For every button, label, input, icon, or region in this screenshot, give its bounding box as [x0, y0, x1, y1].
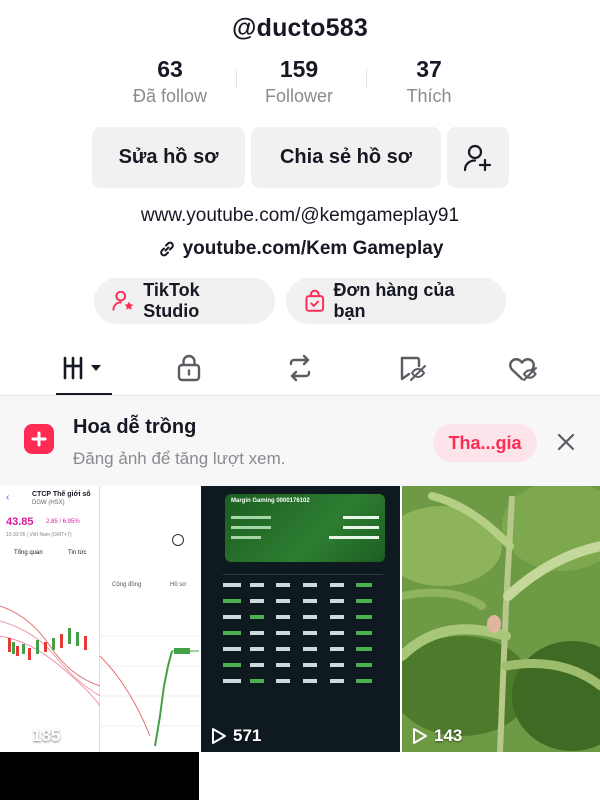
stat-following-count: 63	[157, 56, 183, 82]
profile-tabs	[0, 340, 600, 396]
link-icon	[159, 241, 174, 257]
add-photo-icon	[24, 424, 54, 454]
stat-followers-label: Follower	[264, 86, 334, 106]
repost-icon	[289, 354, 311, 382]
stat-following[interactable]: 63 Đã follow	[105, 55, 235, 109]
tab-favorites[interactable]	[356, 340, 466, 396]
promo-banner: Hoa dễ trồng Đăng ảnh để tăng lượt xem. …	[0, 396, 600, 486]
promo-title: Hoa dễ trồng	[73, 416, 197, 438]
tab-videos[interactable]	[30, 340, 140, 396]
profile-username: @ducto583	[232, 14, 368, 42]
thumb-tab-overview: Tổng quan	[14, 550, 43, 556]
thumb-stock-name: CTCP Thế giới số	[32, 491, 91, 498]
stat-followers-count: 159	[279, 56, 319, 82]
holdings-table	[223, 574, 383, 734]
play-icon	[11, 728, 25, 744]
edit-profile-button[interactable]: Sửa hồ sơ	[92, 127, 245, 188]
stock-screen-left: ‹ CTCP Thế giới số DGW (HSX) 43.85 2.85 …	[0, 486, 100, 752]
video-thumbnail[interactable]: Margin Gaming 0000176102 571	[201, 486, 400, 752]
orders-label: Đơn hàng của bạn	[333, 280, 455, 321]
thumb-tab-community: Cộng đồng	[112, 582, 142, 588]
view-count: 571	[211, 726, 261, 746]
plant-photo	[402, 486, 600, 752]
tiktok-studio-button[interactable]: TikTok Studio	[94, 278, 275, 324]
view-count: 185	[10, 726, 60, 746]
join-button[interactable]: Tha...gia	[433, 424, 537, 462]
video-thumbnail[interactable]: ‹ CTCP Thế giới số DGW (HSX) 43.85 2.85 …	[0, 486, 199, 752]
view-count: 143	[412, 726, 462, 746]
lock-icon	[177, 354, 201, 382]
bio-link-text: youtube.com/Kem Gameplay	[182, 238, 444, 259]
bio-link[interactable]: youtube.com/Kem Gameplay	[0, 238, 600, 260]
candlestick-chart	[0, 605, 100, 707]
promo-subtitle: Đăng ảnh để tăng lượt xem.	[73, 449, 286, 468]
stat-following-label: Đã follow	[132, 86, 208, 106]
tab-private[interactable]	[134, 340, 244, 396]
share-profile-button[interactable]: Chia sẻ hồ sơ	[251, 127, 441, 188]
bio-text-link: www.youtube.com/@kemgameplay91	[140, 205, 460, 226]
stat-likes-count: 37	[416, 56, 442, 82]
profile-stats: 63 Đã follow 159 Follower 37 Thích	[0, 55, 600, 107]
bookmark-hidden-icon	[400, 356, 426, 381]
shopping-bag-icon	[305, 289, 325, 312]
orders-button[interactable]: Đơn hàng của bạn	[286, 278, 506, 324]
view-count-text: 185	[32, 726, 61, 745]
close-icon	[557, 433, 575, 451]
account-card: Margin Gaming 0000176102	[225, 494, 385, 562]
add-user-icon	[463, 144, 492, 171]
stat-followers[interactable]: 159 Follower	[234, 55, 364, 109]
tab-reposts[interactable]	[245, 340, 355, 396]
thumb-tab-profile: Hồ sơ	[170, 582, 187, 588]
studio-user-icon	[112, 290, 134, 311]
thumb-stock-change: 2.85 / 6.95%	[46, 519, 80, 525]
stat-likes[interactable]: 37 Thích	[364, 55, 494, 109]
add-friend-button[interactable]	[447, 127, 509, 188]
stat-likes-label: Thích	[406, 86, 452, 106]
thumb-tab-news: Tin tức	[68, 550, 87, 556]
video-thumbnail-partial[interactable]	[0, 752, 199, 800]
tab-liked[interactable]	[467, 340, 577, 396]
price-chart	[100, 635, 199, 747]
search-icon	[172, 534, 184, 546]
play-icon	[413, 728, 427, 744]
thumb-stock-price: 43.85	[6, 516, 34, 528]
view-count-text: 571	[233, 726, 262, 745]
thumb-stock-time: 15:33:05 | Việt Nam (GMT+7)	[6, 532, 72, 538]
thumb-stock-ticker: DGW (HSX)	[32, 500, 65, 506]
videos-grid-icon	[63, 356, 101, 380]
close-promo-button[interactable]	[553, 429, 579, 455]
tiktok-studio-label: TikTok Studio	[143, 280, 200, 321]
thumb-card-header: Margin Gaming 0000176102	[231, 498, 310, 504]
back-chevron-icon: ‹	[6, 492, 10, 503]
heart-hidden-icon	[509, 358, 537, 381]
view-count-text: 143	[434, 726, 463, 745]
stock-screen-right: Cộng đồng Hồ sơ	[100, 486, 199, 752]
play-icon	[212, 728, 226, 744]
video-thumbnail[interactable]: 143	[402, 486, 600, 752]
